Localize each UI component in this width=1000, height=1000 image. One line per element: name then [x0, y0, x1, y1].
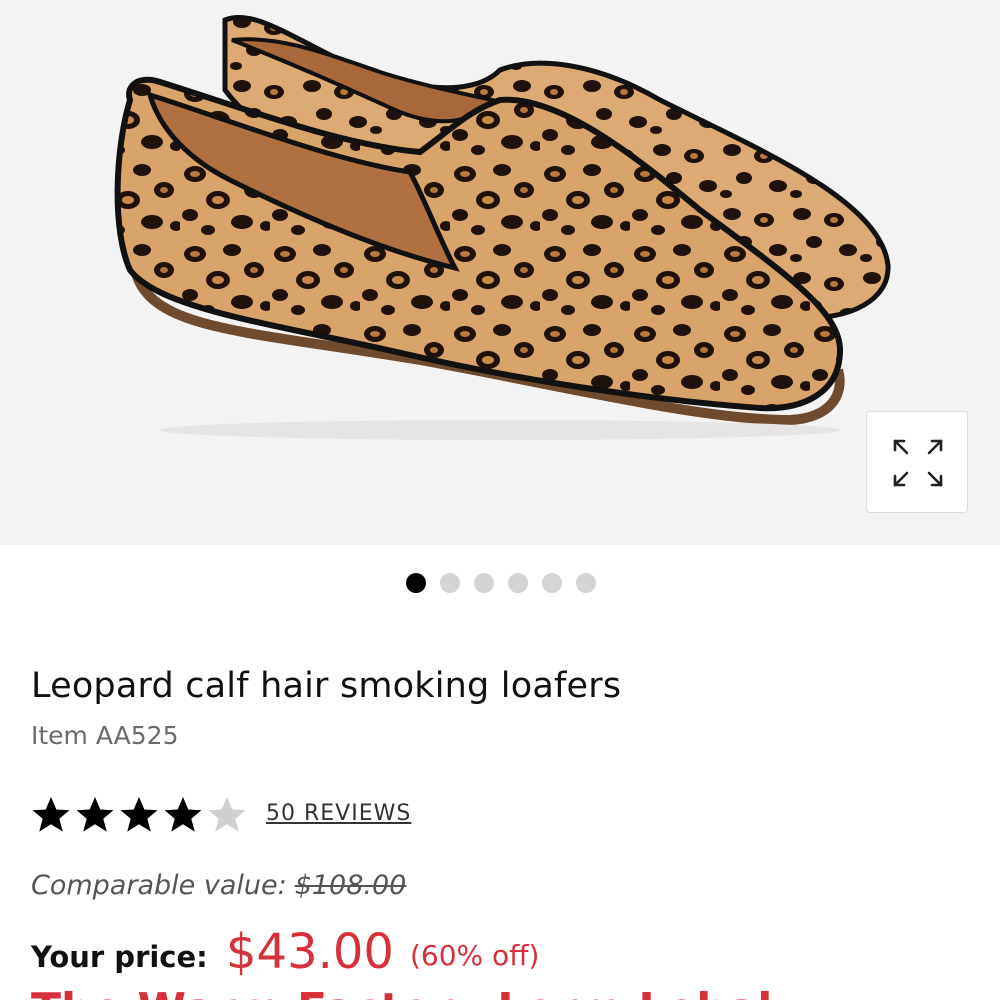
gallery-dot-3[interactable]: [474, 573, 494, 593]
item-number: Item AA525: [31, 721, 179, 750]
comparable-value: Comparable value: $108.00: [31, 870, 406, 901]
gallery-dot-1[interactable]: [406, 573, 426, 593]
reviews-link[interactable]: 50 REVIEWS: [266, 801, 411, 826]
promo-text: The Warm Factory Lorm Lehal: [31, 988, 772, 1000]
promo-banner: The Warm Factory Lorm Lehal: [0, 988, 1000, 1000]
zoom-button[interactable]: [866, 411, 968, 513]
loafers-illustration: [114, 14, 891, 440]
star-filled-icon: [76, 797, 114, 832]
gallery-dot-6[interactable]: [576, 573, 596, 593]
star-filled-icon: [120, 797, 158, 832]
gallery-dot-2[interactable]: [440, 573, 460, 593]
sale-price: $43.00: [226, 924, 394, 980]
your-price-label: Your price:: [31, 940, 208, 974]
product-title: Leopard calf hair smoking loafers: [31, 666, 622, 706]
expand-arrows-icon: [893, 439, 943, 487]
comparable-label: Comparable value:: [31, 870, 287, 901]
product-image[interactable]: [0, 0, 1000, 545]
star-filled-icon: [32, 797, 70, 832]
star-filled-icon: [164, 797, 202, 832]
gallery-dot-5[interactable]: [542, 573, 562, 593]
comparable-price: $108.00: [294, 870, 407, 901]
discount-percent: (60% off): [410, 939, 540, 972]
gallery-dot-4[interactable]: [508, 573, 528, 593]
star-empty-icon: [208, 797, 246, 832]
